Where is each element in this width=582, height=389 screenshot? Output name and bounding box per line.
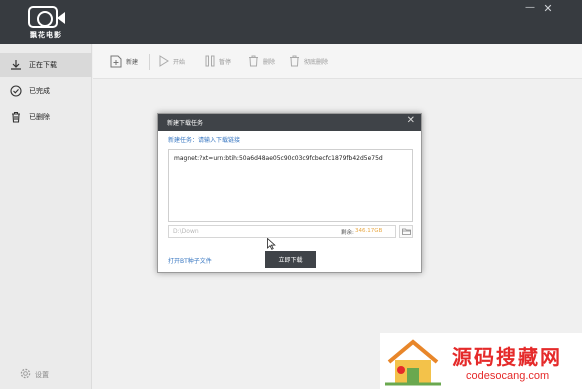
save-path-input[interactable]: D:\Down 剩余: 346.17GB [168, 225, 396, 238]
start-download-button[interactable]: 立即下载 [265, 251, 316, 268]
dialog-hint: 新建任务：请输入下载链接 [168, 137, 241, 144]
sidebar-item-deleted[interactable]: 已删除 [0, 105, 92, 129]
folder-icon [401, 228, 411, 235]
watermark-title: 源码搜藏网 [452, 345, 562, 369]
mouse-cursor-icon [267, 237, 276, 252]
close-window-button[interactable]: ✕ [540, 2, 556, 15]
open-torrent-link[interactable]: 打开BT种子文件 [168, 256, 212, 265]
sidebar-item-completed[interactable]: 已完成 [0, 79, 92, 103]
sidebar: 正在下载 已完成 已删除 设置 [0, 44, 92, 389]
watermark-url: codesocang.com [466, 370, 550, 382]
trash-icon [290, 55, 299, 67]
browse-folder-button[interactable] [399, 225, 413, 238]
dialog-header: 新建下载任务 ✕ [158, 114, 421, 131]
title-bar: 飘花电影 — ✕ [0, 0, 582, 44]
free-space-value: 346.17GB [355, 228, 383, 234]
play-icon [159, 55, 169, 67]
thorough-delete-label: 彻底删除 [304, 58, 329, 66]
download-icon [9, 58, 23, 72]
thorough-delete-button[interactable]: 彻底删除 [289, 55, 328, 67]
gear-icon [20, 368, 31, 381]
new-file-icon [110, 55, 122, 68]
new-task-button[interactable]: 新建 [110, 55, 138, 68]
pause-icon [205, 55, 215, 67]
watermark: 源码搜藏网 codesocang.com [380, 333, 582, 389]
dialog-close-button[interactable]: ✕ [407, 115, 415, 126]
sidebar-item-label: 正在下载 [29, 61, 57, 69]
pause-button[interactable]: 暂停 [205, 55, 231, 67]
app-logo: 飘花电影 [26, 5, 66, 39]
app-logo-text: 飘花电影 [30, 31, 62, 39]
save-path-text: D:\Down [173, 228, 199, 235]
sidebar-item-label: 已完成 [29, 87, 50, 95]
start-label: 开始 [173, 58, 186, 66]
new-download-dialog: 新建下载任务 ✕ 新建任务：请输入下载链接 magnet:?xt=urn:bti… [157, 113, 422, 273]
sidebar-item-downloading[interactable]: 正在下载 [0, 53, 92, 77]
settings-button[interactable]: 设置 [20, 368, 49, 381]
magnet-link-textarea[interactable]: magnet:?xt=urn:btih:50a6d48ae05c90c03c9f… [168, 149, 413, 222]
check-circle-icon [9, 84, 23, 98]
house-logo-icon [383, 336, 443, 388]
trash-icon [9, 110, 23, 124]
toolbar: 新建 开始 暂停 删除 彻底删除 [93, 44, 582, 79]
delete-label: 删除 [263, 58, 276, 66]
start-button[interactable]: 开始 [159, 55, 185, 67]
toolbar-divider [149, 54, 150, 70]
sidebar-item-label: 已删除 [29, 113, 50, 121]
minimize-button[interactable]: — [522, 2, 538, 13]
trash-icon [249, 55, 258, 67]
settings-label: 设置 [35, 370, 49, 379]
delete-button[interactable]: 删除 [248, 55, 275, 67]
free-space-label: 剩余: [341, 230, 354, 236]
pause-label: 暂停 [219, 58, 232, 66]
film-camera-icon [28, 6, 65, 28]
dialog-title: 新建下载任务 [167, 120, 204, 127]
magnet-link-text: magnet:?xt=urn:btih:50a6d48ae05c90c03c9f… [174, 155, 383, 162]
new-task-label: 新建 [126, 59, 139, 66]
